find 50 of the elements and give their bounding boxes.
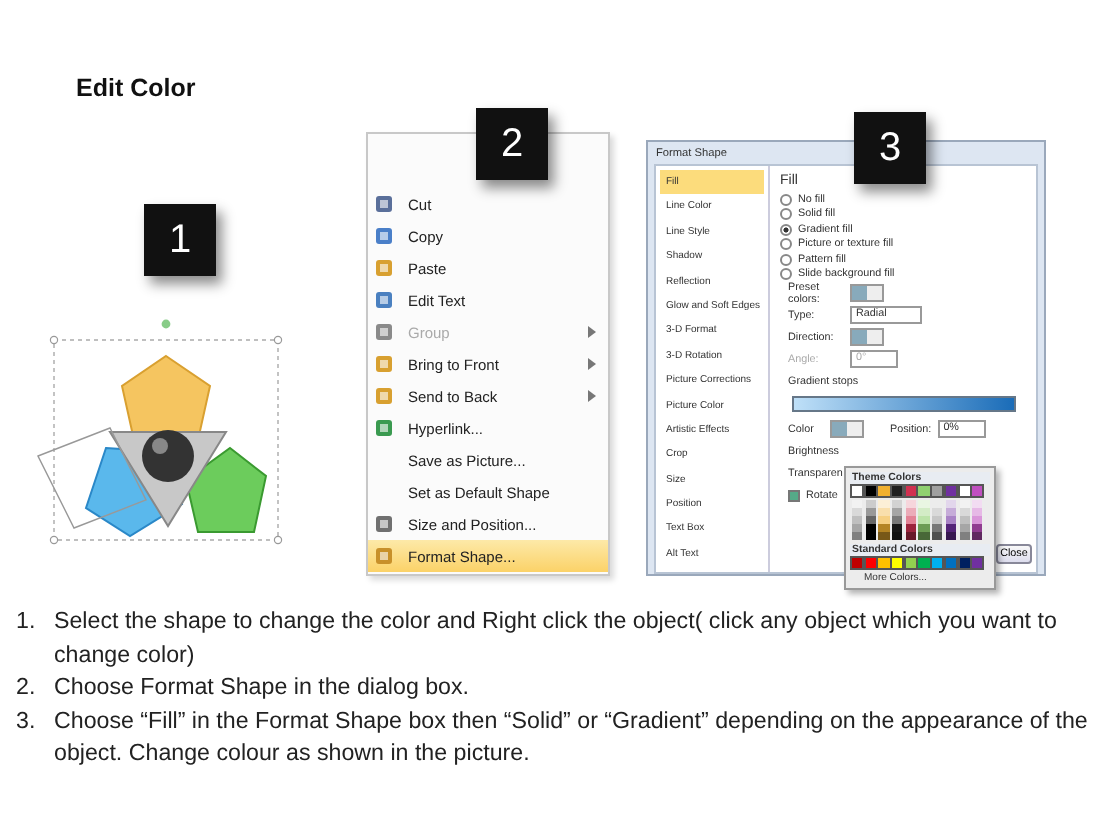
- color-swatch[interactable]: [905, 558, 916, 568]
- color-swatch[interactable]: [852, 558, 863, 568]
- color-swatch[interactable]: [865, 558, 876, 568]
- color-shade-column[interactable]: [878, 500, 890, 540]
- color-shade-column[interactable]: [918, 500, 930, 540]
- color-shade-column[interactable]: [892, 500, 903, 540]
- instruction-text: Choose Format Shape in the dialog box.: [54, 672, 472, 704]
- step-number: 1.: [16, 606, 38, 638]
- color-shade-column[interactable]: [945, 500, 956, 540]
- radio-button[interactable]: [780, 193, 792, 206]
- radio-button[interactable]: [780, 223, 792, 236]
- color-swatch[interactable]: [972, 486, 983, 496]
- color-swatch[interactable]: [892, 558, 903, 568]
- color-swatch[interactable]: [865, 486, 876, 496]
- color-swatch[interactable]: [892, 486, 903, 496]
- color-swatch[interactable]: [918, 558, 930, 568]
- color-swatch[interactable]: [918, 486, 930, 496]
- step-badge: 3: [854, 112, 926, 184]
- radio-button[interactable]: [780, 253, 792, 266]
- color-shade-column[interactable]: [972, 500, 983, 540]
- color-shade-column[interactable]: [852, 500, 863, 540]
- color-swatch[interactable]: [878, 558, 890, 568]
- color-swatch[interactable]: [905, 486, 916, 496]
- color-swatch[interactable]: [852, 486, 863, 496]
- step-number: 3.: [16, 705, 38, 737]
- color-swatch[interactable]: [959, 486, 970, 496]
- slide-title: Edit Color: [76, 74, 196, 102]
- radio-button[interactable]: [780, 268, 792, 281]
- color-swatch[interactable]: [932, 558, 943, 568]
- color-swatch[interactable]: [959, 558, 970, 568]
- color-swatch[interactable]: [878, 486, 890, 496]
- color-shade-column[interactable]: [905, 500, 916, 540]
- color-shade-column[interactable]: [959, 500, 970, 540]
- gradient-bar[interactable]: [792, 396, 1016, 412]
- instruction-text: Select the shape to change the color and Right click the object( click any object which you want to change color): [54, 606, 1059, 671]
- direction-dropdown[interactable]: [850, 328, 884, 346]
- color-dropdown[interactable]: [830, 420, 864, 438]
- step-number: 2.: [16, 672, 38, 704]
- radio-button[interactable]: [780, 208, 792, 221]
- radio-button[interactable]: [780, 238, 792, 251]
- color-swatch[interactable]: [972, 558, 983, 568]
- color-swatch[interactable]: [932, 486, 943, 496]
- instruction-text: Choose “Fill” in the Format Shape box then “Solid” or “Gradient” depending on the appearance of the object. Change colour as shown in the picture.: [54, 705, 1090, 770]
- step-badge: 1: [144, 204, 216, 276]
- color-shade-column[interactable]: [865, 500, 876, 540]
- color-swatch[interactable]: [945, 558, 956, 568]
- preset-dropdown[interactable]: [850, 284, 884, 302]
- color-swatch[interactable]: [945, 486, 956, 496]
- checkbox[interactable]: [788, 489, 800, 501]
- step-badge: 2: [476, 108, 548, 180]
